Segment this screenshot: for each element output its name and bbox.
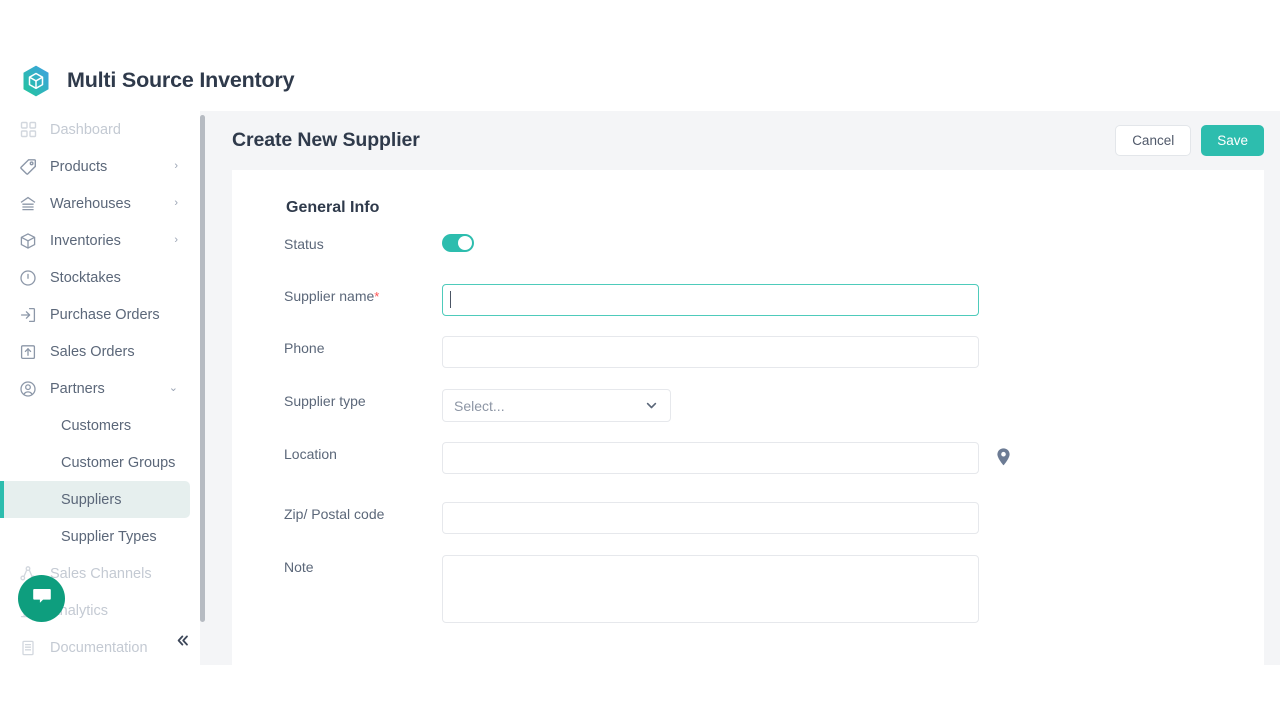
chevron-right-icon: › bbox=[174, 197, 178, 209]
page-title: Create New Supplier bbox=[232, 129, 420, 151]
field-row-note: Note bbox=[232, 555, 1264, 635]
chevron-down-icon bbox=[644, 398, 659, 413]
sidebar-subitem-label: Customer Groups bbox=[61, 454, 176, 471]
sidebar-item-sales-orders[interactable]: Sales Orders bbox=[0, 333, 200, 370]
sidebar-item-purchase-orders[interactable]: Purchase Orders bbox=[0, 296, 200, 333]
supplier-type-selected-value: Select... bbox=[454, 397, 505, 414]
field-row-status: Status bbox=[232, 232, 1264, 284]
supplier-form: Status Supplier name* Phone Supplier typ… bbox=[232, 232, 1264, 635]
save-button[interactable]: Save bbox=[1201, 125, 1264, 156]
zip-label: Zip/ Postal code bbox=[284, 506, 385, 522]
sidebar-item-label: Analytics bbox=[50, 602, 109, 619]
header-actions: Cancel Save bbox=[1115, 125, 1264, 156]
section-title-general-info: General Info bbox=[286, 199, 380, 216]
sidebar-item-dashboard[interactable]: Dashboard bbox=[0, 111, 200, 148]
sidebar-item-suppliers[interactable]: Suppliers bbox=[0, 481, 190, 518]
tag-icon bbox=[18, 157, 38, 177]
sidebar-item-products[interactable]: Products › bbox=[0, 148, 200, 185]
location-control bbox=[442, 442, 1010, 474]
sidebar-subitem-label: Customers bbox=[61, 417, 132, 434]
box-icon bbox=[18, 231, 38, 251]
sidebar-item-customers[interactable]: Customers bbox=[0, 407, 200, 444]
cube-hexagon-logo-icon bbox=[19, 64, 53, 98]
sidebar-item-label: Products bbox=[50, 158, 108, 175]
sidebar-item-supplier-types[interactable]: Supplier Types bbox=[0, 518, 200, 555]
location-input[interactable] bbox=[442, 442, 979, 474]
main-content: Create New Supplier Cancel Save General … bbox=[208, 111, 1280, 665]
cancel-button[interactable]: Cancel bbox=[1115, 125, 1192, 156]
sidebar-subitem-label: Suppliers bbox=[61, 491, 122, 508]
sidebar-item-partners[interactable]: Partners ⌄ bbox=[0, 370, 200, 407]
supplier-type-control: Select... bbox=[442, 389, 671, 422]
phone-input[interactable] bbox=[442, 336, 979, 368]
supplier-type-select[interactable]: Select... bbox=[442, 389, 671, 422]
sidebar-item-label: Documentation bbox=[50, 639, 148, 656]
sidebar-item-stocktakes[interactable]: Stocktakes bbox=[0, 259, 200, 296]
required-asterisk: * bbox=[374, 289, 380, 304]
text-cursor bbox=[450, 291, 451, 308]
field-row-supplier-name: Supplier name* bbox=[232, 284, 1264, 336]
chat-bubble-icon bbox=[30, 584, 54, 613]
sidebar-item-label: Partners bbox=[50, 380, 105, 397]
zip-control bbox=[442, 502, 979, 534]
grid-icon bbox=[18, 120, 38, 140]
user-circle-icon bbox=[18, 379, 38, 399]
field-row-zip: Zip/ Postal code bbox=[232, 502, 1264, 555]
status-control bbox=[442, 232, 474, 252]
supplier-name-control bbox=[442, 284, 979, 316]
sidebar-item-inventories[interactable]: Inventories › bbox=[0, 222, 200, 259]
arrow-out-box-icon bbox=[18, 342, 38, 362]
book-icon bbox=[18, 638, 38, 658]
chevron-right-icon: › bbox=[174, 160, 178, 172]
status-toggle[interactable] bbox=[442, 234, 474, 252]
brand-title: Multi Source Inventory bbox=[67, 68, 295, 92]
sidebar-item-label: Sales Orders bbox=[50, 343, 135, 360]
phone-label: Phone bbox=[284, 340, 325, 356]
sidebar-item-label: Dashboard bbox=[50, 121, 121, 138]
supplier-name-input[interactable] bbox=[442, 284, 979, 316]
status-label: Status bbox=[284, 236, 324, 252]
sidebar-item-label: Warehouses bbox=[50, 195, 131, 212]
note-control bbox=[442, 555, 979, 628]
sidebar-subitem-label: Supplier Types bbox=[61, 528, 157, 545]
field-row-phone: Phone bbox=[232, 336, 1264, 389]
zip-input[interactable] bbox=[442, 502, 979, 534]
supplier-name-label: Supplier name* bbox=[284, 284, 442, 305]
sidebar-item-customer-groups[interactable]: Customer Groups bbox=[0, 444, 200, 481]
note-textarea[interactable] bbox=[442, 555, 979, 623]
chevron-double-left-icon bbox=[174, 632, 191, 652]
page-header: Create New Supplier Cancel Save bbox=[208, 111, 1280, 170]
chat-widget-button[interactable] bbox=[18, 575, 65, 622]
sidebar-item-warehouses[interactable]: Warehouses › bbox=[0, 185, 200, 222]
phone-control bbox=[442, 336, 979, 368]
sidebar-item-label: Sales Channels bbox=[50, 565, 152, 582]
sidebar-item-label: Purchase Orders bbox=[50, 306, 160, 323]
toggle-knob bbox=[458, 236, 472, 250]
form-card: General Info Status Supplier name* Phone… bbox=[232, 170, 1264, 665]
note-label: Note bbox=[284, 559, 314, 575]
map-pin-icon[interactable] bbox=[995, 447, 1012, 469]
chevron-right-icon: › bbox=[174, 234, 178, 246]
sidebar-item-label: Inventories bbox=[50, 232, 121, 249]
arrow-into-box-icon bbox=[18, 305, 38, 325]
sidebar-item-label: Stocktakes bbox=[50, 269, 121, 286]
chevron-down-icon: ⌄ bbox=[168, 382, 178, 394]
supplier-name-label-text: Supplier name bbox=[284, 288, 375, 304]
warehouse-icon bbox=[18, 194, 38, 214]
location-label: Location bbox=[284, 446, 337, 462]
brand-header: Multi Source Inventory bbox=[0, 50, 1280, 111]
field-row-supplier-type: Supplier type Select... bbox=[232, 389, 1264, 442]
app-root: Multi Source Inventory Dashboard Product… bbox=[0, 0, 1280, 720]
sidebar-scrollbar-thumb[interactable] bbox=[200, 115, 205, 622]
sidebar-collapse-button[interactable] bbox=[170, 630, 194, 654]
clock-count-icon bbox=[18, 268, 38, 288]
field-row-location: Location bbox=[232, 442, 1264, 502]
supplier-type-label: Supplier type bbox=[284, 393, 366, 409]
